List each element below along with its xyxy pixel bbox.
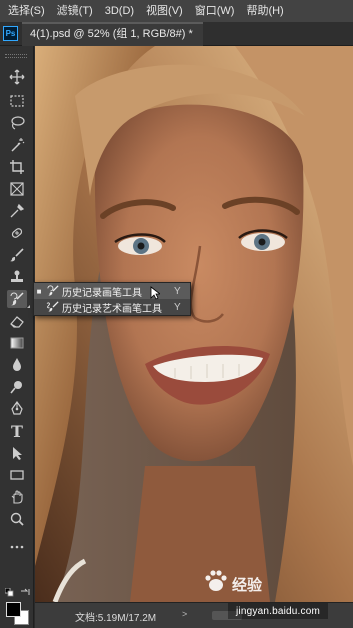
baidu-paw-logo-icon bbox=[205, 570, 227, 591]
document-tab[interactable]: 4(1).psd @ 52% (组 1, RGB/8#) * bbox=[22, 22, 203, 46]
document-size-info: 文档:5.19M/17.2M bbox=[75, 613, 157, 624]
document-canvas[interactable] bbox=[35, 46, 353, 602]
flyout-item-art-history-brush[interactable]: 历史记录艺术画笔工具 Y bbox=[34, 299, 190, 315]
menu-help[interactable]: 帮助(H) bbox=[240, 0, 289, 22]
pen-icon[interactable] bbox=[7, 400, 27, 418]
portrait-photo bbox=[35, 46, 353, 602]
menu-filter[interactable]: 滤镜(T) bbox=[51, 0, 99, 22]
eraser-icon[interactable] bbox=[7, 312, 27, 330]
menu-view[interactable]: 视图(V) bbox=[140, 0, 189, 22]
path-select-icon[interactable] bbox=[7, 444, 27, 462]
foreground-color-swatch[interactable] bbox=[6, 602, 21, 617]
menu-select[interactable]: 选择(S) bbox=[2, 0, 51, 22]
type-tool-glyph: T bbox=[11, 421, 23, 441]
menu-3d[interactable]: 3D(D) bbox=[99, 0, 140, 22]
menu-window[interactable]: 窗口(W) bbox=[189, 0, 241, 22]
marquee-icon[interactable] bbox=[7, 92, 27, 110]
history-brush-flyout-menu: ■ 历史记录画笔工具 Y 历史记录艺术画笔工具 Y bbox=[33, 282, 191, 316]
lasso-icon[interactable] bbox=[7, 114, 27, 132]
flyout-item-label: 历史记录艺术画笔工具 bbox=[62, 303, 162, 315]
selected-bullet-icon: ■ bbox=[36, 286, 42, 296]
eyedropper-icon[interactable] bbox=[7, 202, 27, 220]
brush-icon[interactable] bbox=[7, 246, 27, 264]
more-tools-icon[interactable] bbox=[7, 538, 27, 556]
flyout-item-history-brush[interactable]: ■ 历史记录画笔工具 Y bbox=[34, 283, 190, 299]
history-brush-icon bbox=[44, 284, 62, 298]
zoom-icon[interactable] bbox=[7, 510, 27, 528]
photoshop-logo-icon: Ps bbox=[3, 26, 18, 41]
move-icon[interactable] bbox=[7, 68, 27, 86]
document-tab-bar: Ps 4(1).psd @ 52% (组 1, RGB/8#) * bbox=[0, 22, 353, 46]
flyout-item-shortcut: Y bbox=[174, 301, 181, 313]
watermark-url: jingyan.baidu.com bbox=[236, 606, 321, 617]
gradient-icon[interactable] bbox=[7, 334, 27, 352]
type-icon[interactable]: T bbox=[7, 421, 27, 441]
tools-panel: T bbox=[0, 46, 34, 628]
clone-stamp-icon[interactable] bbox=[7, 268, 27, 286]
quick-select-icon[interactable] bbox=[7, 136, 27, 154]
blur-icon[interactable] bbox=[7, 356, 27, 374]
healing-brush-icon[interactable] bbox=[7, 224, 27, 242]
watermark-brand: 经验 bbox=[232, 576, 263, 594]
mouse-cursor-icon bbox=[150, 286, 160, 300]
rectangle-icon[interactable] bbox=[7, 466, 27, 484]
default-colors-icon[interactable] bbox=[5, 588, 14, 597]
dodge-icon[interactable] bbox=[7, 378, 27, 396]
flyout-indicator bbox=[27, 305, 30, 308]
art-history-brush-icon bbox=[44, 300, 62, 314]
crop-icon[interactable] bbox=[7, 158, 27, 176]
swap-colors-icon[interactable] bbox=[20, 588, 30, 598]
history-brush-icon[interactable] bbox=[7, 290, 30, 308]
panel-grip[interactable] bbox=[5, 54, 27, 58]
frame-icon[interactable] bbox=[7, 180, 27, 198]
flyout-item-shortcut: Y bbox=[174, 285, 181, 297]
status-menu-arrow[interactable]: > bbox=[182, 609, 187, 619]
menu-bar: 选择(S) 滤镜(T) 3D(D) 视图(V) 窗口(W) 帮助(H) bbox=[0, 0, 353, 22]
hand-icon[interactable] bbox=[7, 488, 27, 506]
